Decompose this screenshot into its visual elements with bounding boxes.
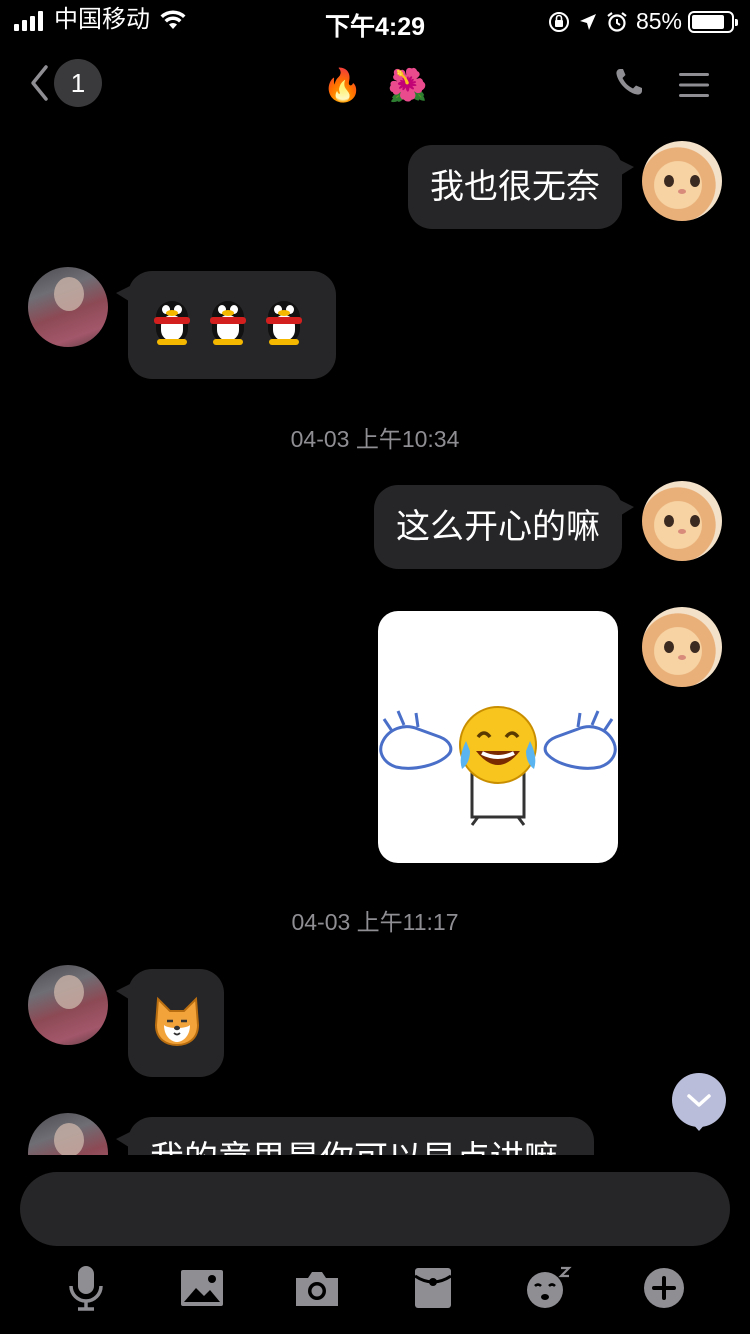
message-bubble[interactable]: 这么开心的嘛: [374, 485, 634, 569]
hibiscus-emoji: 🌺: [387, 67, 428, 103]
qq-penguin-emoji: [260, 299, 308, 347]
qq-penguin-emoji: [204, 299, 252, 347]
status-bar: 中国移动 下午4:29 85%: [0, 0, 750, 41]
menu-icon[interactable]: [678, 71, 710, 99]
photo-button[interactable]: [174, 1260, 230, 1316]
my-avatar[interactable]: [642, 607, 722, 687]
red-packet-button[interactable]: [405, 1260, 461, 1316]
battery-percent: 85%: [635, 8, 682, 34]
orientation-lock-icon: [548, 11, 569, 32]
laughing-tears-sticker: [379, 706, 617, 826]
contact-avatar[interactable]: [28, 1113, 108, 1155]
alarm-icon: [607, 11, 627, 32]
message-bubble[interactable]: 我也很无奈: [408, 145, 634, 229]
message-text: 我也很无奈: [430, 168, 600, 206]
shiba-emoji: [154, 996, 200, 1047]
message-text: 这么开心的嘛: [396, 508, 600, 546]
timestamp: 04-03 上午10:34: [290, 426, 460, 452]
contact-avatar[interactable]: [28, 267, 108, 347]
contact-avatar[interactable]: [28, 965, 108, 1045]
my-avatar[interactable]: [642, 141, 722, 221]
more-button[interactable]: [636, 1260, 692, 1316]
camera-icon: [296, 1272, 338, 1306]
emoji-button[interactable]: [520, 1260, 576, 1316]
my-avatar[interactable]: [642, 481, 722, 561]
sticker-message[interactable]: [378, 611, 618, 863]
red-packet-icon: [414, 1268, 452, 1308]
scroll-to-bottom-button[interactable]: [672, 1073, 726, 1131]
fire-emoji: 🔥: [322, 67, 363, 103]
partial-message-row: 我的意思是你可以早点讲嘛: [0, 1100, 750, 1155]
microphone-icon: [69, 1266, 103, 1311]
timestamp: 04-03 上午11:17: [291, 909, 459, 935]
chat-header: 1 🔥 🌺: [0, 55, 750, 115]
plus-icon: [644, 1268, 684, 1308]
message-text: 我的意思是你可以早点讲嘛: [150, 1140, 558, 1155]
qq-penguin-emoji: [148, 299, 196, 347]
message-input[interactable]: [20, 1172, 730, 1246]
message-bubble[interactable]: [116, 271, 336, 379]
emoji-icon: [527, 1266, 572, 1308]
chevron-down-icon: [687, 1094, 711, 1107]
battery-icon: [688, 10, 738, 33]
phone-icon[interactable]: [614, 67, 644, 97]
chat-toolbar: [0, 1260, 750, 1320]
image-icon: [181, 1270, 223, 1306]
message-bubble[interactable]: 我的意思是你可以早点讲嘛: [116, 1117, 594, 1155]
voice-button[interactable]: [58, 1260, 114, 1316]
location-icon: [579, 13, 596, 30]
camera-button[interactable]: [289, 1260, 345, 1316]
